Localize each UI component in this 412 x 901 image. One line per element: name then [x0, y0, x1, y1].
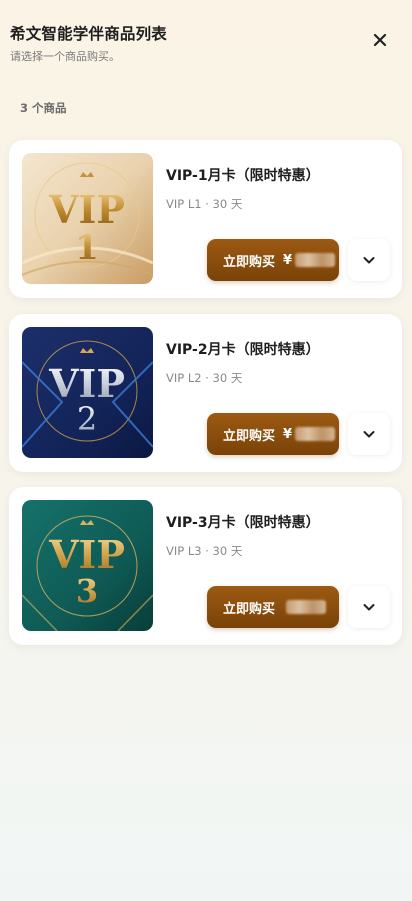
- chevron-down-icon: [363, 257, 375, 264]
- product-thumbnail: VIP 2: [22, 327, 153, 458]
- svg-text:VIP: VIP: [48, 187, 125, 232]
- product-card: VIP 3 VIP-3月卡（限时特惠） VIP L3 · 30 天 立即购买: [9, 487, 402, 645]
- svg-text:1: 1: [75, 228, 99, 268]
- product-count: 3 个商品: [20, 101, 67, 115]
- product-meta: VIP L2 · 30 天: [166, 371, 243, 385]
- svg-text:VIP: VIP: [48, 532, 125, 577]
- buy-button[interactable]: 立即购买: [207, 586, 339, 628]
- buy-label: 立即购买: [223, 428, 276, 444]
- product-name: VIP-1月卡（限时特惠）: [166, 168, 320, 184]
- product-meta: VIP L3 · 30 天: [166, 544, 243, 558]
- chevron-down-icon: [363, 604, 375, 611]
- currency-symbol: ¥: [283, 426, 293, 442]
- buy-label: 立即购买: [223, 254, 276, 270]
- currency-symbol: ¥: [283, 252, 293, 268]
- svg-text:3: 3: [76, 572, 98, 610]
- close-icon: [373, 33, 387, 47]
- buy-button[interactable]: 立即购买 ¥: [207, 239, 339, 281]
- close-button[interactable]: [370, 30, 390, 50]
- price-redacted: [295, 253, 336, 267]
- buy-label: 立即购买: [223, 601, 276, 617]
- svg-text:2: 2: [77, 400, 97, 438]
- buy-button[interactable]: 立即购买 ¥: [207, 413, 339, 455]
- product-thumbnail: VIP 3: [22, 500, 153, 631]
- expand-button[interactable]: [348, 239, 390, 281]
- expand-button[interactable]: [348, 413, 390, 455]
- page-title: 希文智能学伴商品列表: [10, 25, 168, 43]
- page-header: 希文智能学伴商品列表 请选择一个商品购买。: [10, 22, 167, 64]
- price-redacted: [295, 427, 336, 441]
- product-card: VIP 2 VIP-2月卡（限时特惠） VIP L2 · 30 天 立即购买 ¥: [9, 314, 402, 472]
- expand-button[interactable]: [348, 586, 390, 628]
- product-meta: VIP L1 · 30 天: [166, 197, 243, 211]
- chevron-down-icon: [363, 431, 375, 438]
- product-name: VIP-3月卡（限时特惠）: [166, 515, 320, 531]
- product-name: VIP-2月卡（限时特惠）: [166, 342, 320, 358]
- product-thumbnail: VIP 1: [22, 153, 153, 284]
- page-subtitle: 请选择一个商品购买。: [10, 50, 120, 63]
- price-redacted: [286, 600, 327, 614]
- product-card: VIP 1 VIP-1月卡（限时特惠） VIP L1 · 30 天 立即购买 ¥: [9, 140, 402, 298]
